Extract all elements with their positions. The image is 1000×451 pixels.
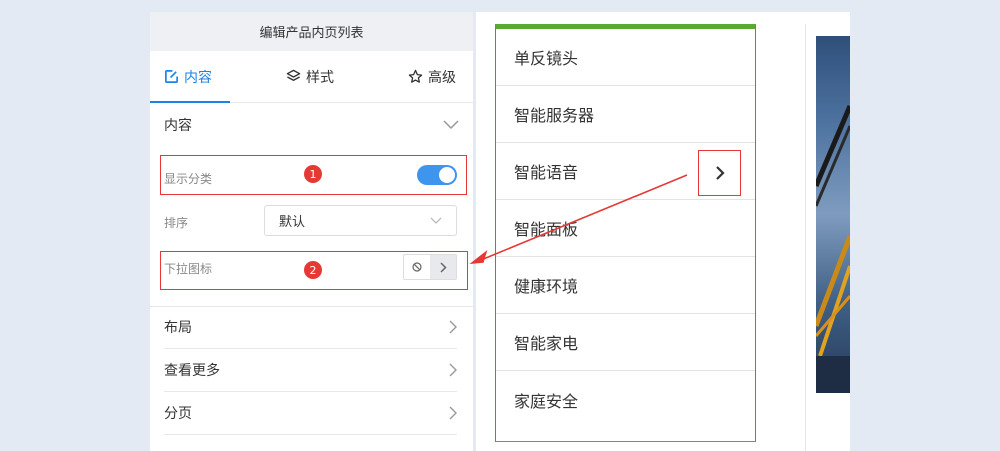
annotation-badge-2: 2 [304, 261, 322, 279]
settings-panel: 编辑产品内页列表 内容 样式 高级 内容 显示分类 排序 默认 下拉图标 1 2… [150, 12, 473, 451]
content-section-label: 内容 [164, 118, 192, 134]
chevron-right-icon [449, 406, 457, 420]
tab-content[interactable]: 内容 [164, 51, 212, 102]
sort-select[interactable]: 默认 [264, 205, 457, 236]
banner-image [816, 36, 850, 393]
column-divider [805, 24, 806, 451]
tab-advanced[interactable]: 高级 [408, 51, 456, 102]
menu-item[interactable]: 智能家电 [496, 314, 755, 371]
tab-style[interactable]: 样式 [286, 51, 334, 102]
settings-star-icon [408, 69, 423, 83]
chevron-right-icon [715, 166, 725, 180]
menu-item[interactable]: 单反镜头 [496, 29, 755, 86]
chevron-right-icon [449, 320, 457, 334]
menu-item[interactable]: 家庭安全 [496, 371, 755, 428]
section-view-more-label: 查看更多 [164, 363, 220, 379]
active-tab-indicator [150, 101, 230, 103]
sort-label: 排序 [164, 215, 189, 230]
section-view-more[interactable]: 查看更多 [164, 349, 457, 392]
section-pagination[interactable]: 分页 [164, 392, 457, 435]
section-pagination-label: 分页 [164, 406, 192, 422]
tab-advanced-label: 高级 [428, 69, 456, 86]
tab-content-label: 内容 [184, 69, 212, 86]
annotation-badge-1: 1 [304, 165, 322, 183]
chevron-down-icon [443, 120, 459, 130]
layers-icon [286, 69, 301, 81]
crane-image [816, 105, 850, 393]
menu-item[interactable]: 智能面板 [496, 200, 755, 257]
sort-value: 默认 [279, 215, 306, 230]
chevron-down-icon [430, 217, 442, 224]
tab-style-label: 样式 [306, 69, 334, 86]
panel-title: 编辑产品内页列表 [150, 12, 473, 51]
category-menu: 单反镜头 智能服务器 智能语音 智能面板 健康环境 智能家电 家庭安全 [495, 24, 756, 442]
edit-icon [165, 70, 178, 83]
dropdown-arrow-preview[interactable] [698, 150, 741, 196]
section-layout[interactable]: 布局 [164, 306, 457, 349]
menu-item[interactable]: 健康环境 [496, 257, 755, 314]
tab-bar: 内容 样式 高级 [150, 51, 473, 103]
section-layout-label: 布局 [164, 320, 192, 336]
content-section-header[interactable]: 内容 [150, 103, 473, 147]
menu-item[interactable]: 智能服务器 [496, 86, 755, 143]
chevron-right-icon [449, 363, 457, 377]
preview-area: 单反镜头 智能服务器 智能语音 智能面板 健康环境 智能家电 家庭安全 [476, 12, 850, 451]
